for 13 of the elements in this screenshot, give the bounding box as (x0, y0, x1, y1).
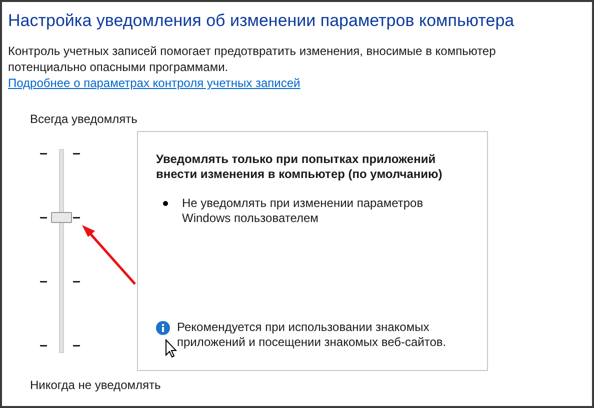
bullet-text: Не уведомлять при изменении параметров Windows пользователем (182, 196, 424, 226)
mouse-cursor-icon (165, 339, 177, 358)
description-text: Контроль учетных записей помогает предотвратить изменения, вносимые в компьютер потенциально опасными программами. (8, 43, 497, 75)
info-icon (156, 321, 170, 335)
panel-heading: Уведомлять только при попытках приложений внести изменения в компьютер (по умолчанию) (156, 152, 444, 182)
slider-bottom-label: Никогда не уведомлять (30, 377, 161, 393)
bullet-icon (163, 201, 168, 206)
page-title: Настройка уведомления об изменении параметров компьютера (8, 10, 514, 32)
slider-thumb[interactable] (51, 212, 72, 224)
help-link[interactable]: Подробнее о параметрах контроля учетных записей (8, 75, 300, 91)
recommendation-note: Рекомендуется при использовании знакомых приложений и посещении знакомых веб-сайтов. (177, 320, 448, 350)
slider-top-label: Всегда уведомлять (30, 111, 138, 127)
vertical-slider[interactable] (51, 149, 72, 353)
